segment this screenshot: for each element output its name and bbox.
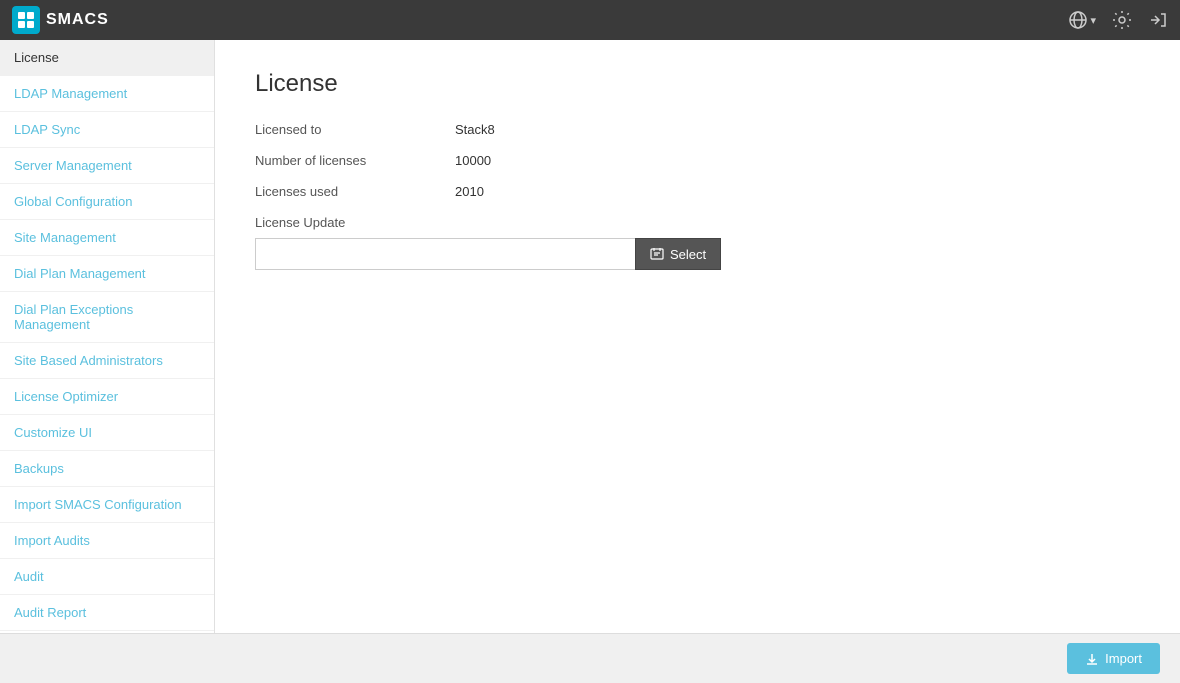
sidebar-item-6[interactable]: Dial Plan Management xyxy=(0,256,214,292)
licenses-used-value: 2010 xyxy=(455,184,484,199)
sidebar-item-3[interactable]: Server Management xyxy=(0,148,214,184)
license-update-row: Select xyxy=(255,238,1140,270)
sidebar-item-9[interactable]: License Optimizer xyxy=(0,379,214,415)
num-licenses-label: Number of licenses xyxy=(255,153,455,168)
sidebar-item-15[interactable]: Audit Report xyxy=(0,595,214,631)
settings-icon[interactable] xyxy=(1112,10,1132,30)
language-icon[interactable]: ▾ xyxy=(1068,10,1096,30)
license-file-input[interactable] xyxy=(255,238,635,270)
header-icons: ▾ xyxy=(1068,10,1168,30)
header: SMACS ▾ xyxy=(0,0,1180,40)
sidebar-item-14[interactable]: Audit xyxy=(0,559,214,595)
logo-text: SMACS xyxy=(46,11,109,29)
licenses-used-label: Licenses used xyxy=(255,184,455,199)
footer: Import xyxy=(0,633,1180,683)
sidebar-item-0[interactable]: License xyxy=(0,40,214,76)
sidebar-item-11[interactable]: Backups xyxy=(0,451,214,487)
logo-icon xyxy=(12,6,40,34)
logout-icon[interactable] xyxy=(1148,10,1168,30)
sidebar: LicenseLDAP ManagementLDAP SyncServer Ma… xyxy=(0,40,215,633)
sidebar-item-13[interactable]: Import Audits xyxy=(0,523,214,559)
sidebar-item-10[interactable]: Customize UI xyxy=(0,415,214,451)
sidebar-item-2[interactable]: LDAP Sync xyxy=(0,112,214,148)
sidebar-item-5[interactable]: Site Management xyxy=(0,220,214,256)
license-update-label: License Update xyxy=(255,215,1140,230)
sidebar-item-7[interactable]: Dial Plan Exceptions Management xyxy=(0,292,214,343)
select-button[interactable]: Select xyxy=(635,238,721,270)
page-title: License xyxy=(255,70,1140,98)
num-licenses-value: 10000 xyxy=(455,153,491,168)
import-button[interactable]: Import xyxy=(1067,643,1160,674)
num-licenses-row: Number of licenses 10000 xyxy=(255,153,1140,168)
sidebar-item-8[interactable]: Site Based Administrators xyxy=(0,343,214,379)
licensed-to-row: Licensed to Stack8 xyxy=(255,122,1140,137)
sidebar-item-12[interactable]: Import SMACS Configuration xyxy=(0,487,214,523)
main-layout: LicenseLDAP ManagementLDAP SyncServer Ma… xyxy=(0,40,1180,633)
licensed-to-label: Licensed to xyxy=(255,122,455,137)
sidebar-item-1[interactable]: LDAP Management xyxy=(0,76,214,112)
licenses-used-row: Licenses used 2010 xyxy=(255,184,1140,199)
licensed-to-value: Stack8 xyxy=(455,122,495,137)
sidebar-item-4[interactable]: Global Configuration xyxy=(0,184,214,220)
content-area: License Licensed to Stack8 Number of lic… xyxy=(215,40,1180,633)
logo: SMACS xyxy=(12,6,109,34)
